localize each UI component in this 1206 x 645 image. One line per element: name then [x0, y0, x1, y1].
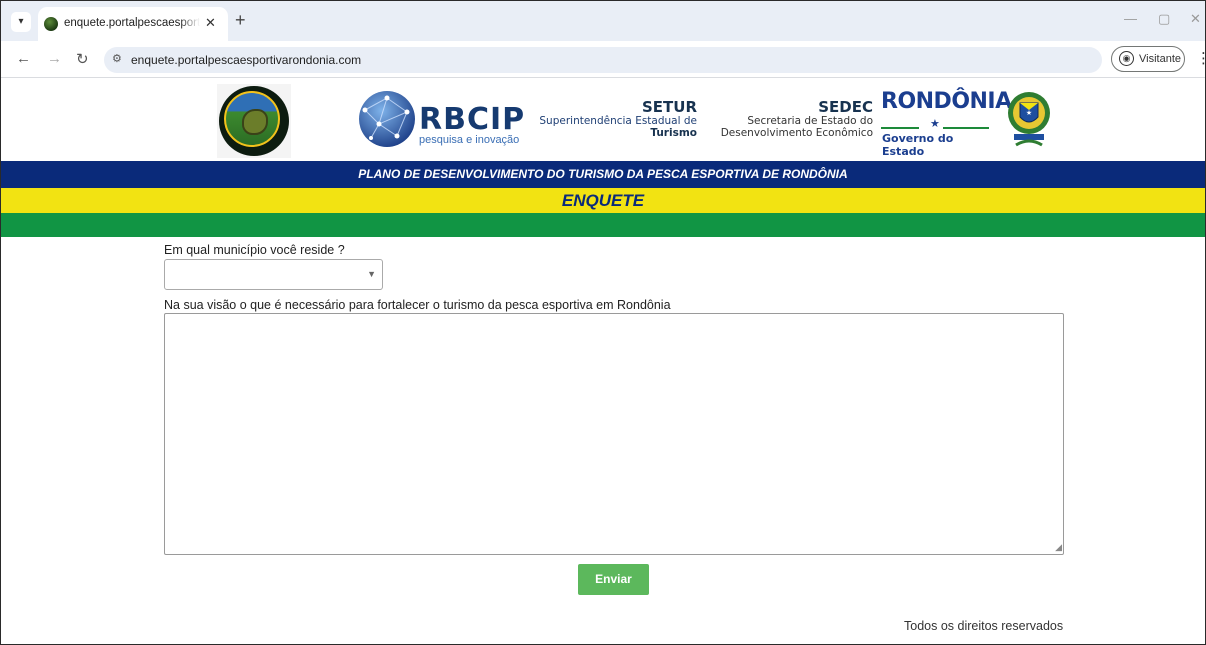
rondonia-subtitle: Governo do Estado	[882, 132, 954, 158]
profile-button[interactable]: ◉ Visitante	[1111, 46, 1185, 72]
sugestao-label: Na sua visão o que é necessário para for…	[164, 298, 671, 312]
new-tab-button[interactable]: +	[235, 10, 246, 31]
network-globe-icon	[359, 91, 415, 147]
setur-logo: SETUR Superintendência Estadual de Turis…	[529, 99, 697, 139]
submit-button[interactable]: Enviar	[578, 564, 649, 595]
sedec-line1: Secretaria de Estado do	[747, 115, 873, 127]
enquete-title: ENQUETE	[1, 188, 1205, 213]
resize-handle-icon[interactable]: ◢	[1055, 542, 1062, 553]
tab-title: enquete.portalpescaesportivarondonia.com	[64, 17, 200, 29]
profile-label: Visitante	[1139, 53, 1181, 65]
browser-window: ▾ enquete.portalpescaesportivarondonia.c…	[0, 0, 1206, 645]
star-icon: ★	[930, 118, 940, 130]
green-band	[1, 213, 1205, 237]
plan-title-banner: PLANO DE DESENVOLVIMENTO DO TURISMO DA P…	[1, 161, 1205, 188]
tab-search-icon[interactable]: ▾	[11, 12, 31, 32]
chevron-down-icon: ▼	[367, 269, 376, 279]
back-icon[interactable]: ←	[16, 50, 31, 67]
close-window-icon[interactable]: ✕	[1190, 11, 1201, 27]
sedec-title: SEDEC	[818, 98, 873, 116]
restore-icon[interactable]: ▢	[1158, 11, 1170, 27]
fish-icon	[242, 109, 268, 135]
setur-line2: Turismo	[650, 127, 697, 139]
profile-icon: ◉	[1119, 51, 1134, 66]
sedec-line2: Desenvolvimento Econômico	[720, 127, 873, 139]
rondonia-logo: RONDÔNIA ★ Governo do Estado	[881, 89, 1012, 158]
site-settings-icon[interactable]: ⚙	[112, 52, 122, 65]
menu-icon[interactable]: ⋮	[1196, 49, 1205, 67]
footer-text: Todos os direitos reservados	[904, 619, 1064, 633]
rbcip-logo: RBCIP pesquisa e inovação	[357, 86, 527, 156]
rondonia-title: RONDÔNIA	[881, 89, 1012, 114]
logo-header: RBCIP pesquisa e inovação SETUR Superint…	[1, 79, 1205, 161]
municipio-label: Em qual município você reside ?	[164, 243, 345, 257]
rbcip-tagline: pesquisa e inovação	[419, 134, 520, 146]
sedec-logo: SEDEC Secretaria de Estado do Desenvolvi…	[701, 99, 873, 139]
close-tab-icon[interactable]: ✕	[205, 15, 216, 31]
toolbar: ← → ↻ ⚙ enquete.portalpescaesportivarond…	[1, 41, 1205, 78]
site-favicon-icon	[44, 17, 58, 31]
pesca-esportiva-emblem	[217, 84, 291, 158]
svg-text:★: ★	[1026, 109, 1032, 117]
minimize-icon[interactable]: —	[1124, 11, 1137, 26]
browser-tab[interactable]: enquete.portalpescaesportivarondonia.com…	[38, 7, 228, 41]
setur-title: SETUR	[641, 98, 697, 116]
url-text: enquete.portalpescaesportivarondonia.com	[131, 53, 362, 67]
setur-line1: Superintendência Estadual de	[539, 115, 697, 127]
sugestao-textarea[interactable]: ◢	[164, 313, 1064, 555]
coat-of-arms-icon: ★	[1008, 92, 1050, 147]
forward-icon[interactable]: →	[47, 50, 62, 67]
rbcip-name: RBCIP	[419, 102, 526, 137]
tab-strip: ▾ enquete.portalpescaesportivarondonia.c…	[1, 1, 1205, 41]
reload-icon[interactable]: ↻	[76, 50, 89, 68]
address-bar[interactable]: ⚙ enquete.portalpescaesportivarondonia.c…	[104, 47, 1102, 73]
municipio-select[interactable]: ▼	[164, 259, 383, 290]
